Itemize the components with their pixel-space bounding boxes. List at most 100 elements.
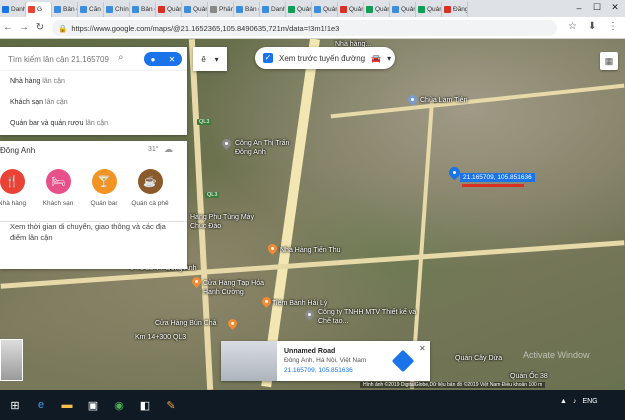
pin-cong-ty[interactable] (303, 308, 316, 321)
apps-grid-icon[interactable]: ▦ (600, 52, 618, 70)
browser-tab[interactable]: Quản (312, 2, 338, 17)
dropped-pin[interactable] (446, 164, 463, 181)
nearby-info-link[interactable]: Xem thời gian di chuyển, giao thông và c… (10, 221, 182, 243)
map-attribution: Hình ảnh ©2019 DigitalGlobe,Dữ liệu bản … (360, 382, 546, 388)
browser-tab-label: Bản đ (141, 6, 155, 13)
road-ql3 (261, 39, 320, 388)
browser-tab[interactable]: Quản (416, 2, 442, 17)
nearby-category-1[interactable]: 🛏 Khách sạn (38, 169, 78, 207)
browser-tab[interactable]: Bản đ (130, 2, 156, 17)
back-icon[interactable]: ← (0, 22, 16, 33)
category-label: Quán cà phê (131, 200, 169, 207)
windows-start-icon[interactable]: ⊞ (4, 394, 26, 416)
label-km: Km 14+300 QL3 (135, 334, 187, 341)
language-button[interactable]: ê ▾ (193, 47, 227, 71)
minimize-button[interactable]: – (570, 0, 588, 15)
browser-tab[interactable]: G (26, 2, 52, 17)
nearby-card: Đông Anh 31° ☁ 🍴 Nhà hàng 🛏 Khách sạn 🍸 Quán … (0, 141, 187, 269)
label-bun-cha: Cửa Hàng Bún Chả (155, 320, 217, 327)
windows-taskbar: ⊞ e ▬ ▣ ◉ ◧ ✎ (0, 390, 625, 420)
file-explorer-icon[interactable]: ▬ (56, 394, 78, 416)
chevron-down-icon: ▾ (387, 53, 392, 63)
search-box[interactable]: ⌕ ● ✕ (0, 47, 187, 71)
pin-nha-hang-tien-thu[interactable] (266, 242, 279, 255)
chrome-icon[interactable]: ◉ (108, 394, 130, 416)
suggestion-suffix: lân cận (40, 78, 65, 85)
browser-tab-label: Phân (219, 6, 234, 13)
favicon-icon (288, 6, 295, 13)
pin-chua[interactable] (406, 93, 419, 106)
paint-icon[interactable]: ✎ (160, 394, 182, 416)
clear-search-icon[interactable]: ✕ (169, 55, 176, 64)
browser-tab-label: Quản (427, 6, 442, 13)
chevron-down-icon: ▾ (214, 54, 219, 64)
browser-tab[interactable]: Quản (364, 2, 390, 17)
search-pin-button[interactable]: ● ✕ (144, 52, 182, 66)
close-window-button[interactable]: ✕ (606, 0, 624, 15)
street-view-label: Xem trước tuyến đường (279, 53, 366, 63)
browser-tab[interactable]: Quản (182, 2, 208, 17)
label-quan-oc: Quán Ốc 38 (510, 373, 548, 380)
browser-tab-strip: Danh G Bản đ Căn tu Chính Bản đ Quản Quản Phân Bả… (0, 0, 625, 17)
nearby-category-2[interactable]: 🍸 Quán bar (84, 169, 124, 207)
suggestion-category: Quán bar và quán rượu (10, 120, 84, 127)
street-thumbnail[interactable] (221, 341, 277, 381)
location-coords[interactable]: 21.165709, 105.851636 (284, 367, 353, 374)
browser-tab-label: Căn tu (89, 6, 103, 13)
search-icon[interactable]: ⌕ (118, 52, 124, 63)
browser-tab[interactable]: Đăng (442, 2, 468, 17)
browser-tab[interactable]: Quản (156, 2, 182, 17)
favicon-icon (184, 6, 191, 13)
volume-icon[interactable]: ♪ (573, 398, 577, 405)
forward-icon[interactable]: → (16, 22, 32, 33)
car-icon: 🚘 (371, 53, 382, 63)
browser-tab[interactable]: Bản đ (52, 2, 78, 17)
suggestion-item[interactable]: Quán bar và quán rượu lân cận (0, 113, 187, 134)
search-input[interactable] (8, 54, 118, 64)
browser-tab[interactable]: Căn tu (78, 2, 104, 17)
browser-tab[interactable]: Quản (286, 2, 312, 17)
close-icon[interactable]: ✕ (419, 344, 426, 353)
app-icon[interactable]: ◧ (134, 394, 156, 416)
pin-tap-hoa[interactable] (190, 275, 203, 288)
language-indicator[interactable]: ENG (582, 398, 597, 405)
edge-icon[interactable]: e (30, 394, 52, 416)
checkbox-checked-icon[interactable]: ✓ (263, 53, 273, 63)
pin-tiem-banh[interactable] (260, 295, 273, 308)
favicon-icon (80, 6, 87, 13)
label-cong-an: Công An Thị Trấn Đông Anh (235, 140, 290, 156)
pin-bun-cha[interactable] (226, 317, 239, 330)
browser-tab-label: Chính (115, 6, 129, 13)
browser-tab-label: Bản đ (245, 6, 259, 13)
download-icon[interactable]: ⬇ (588, 21, 596, 32)
imagery-thumbnail[interactable] (0, 339, 23, 381)
label-cong-ty: Công ty TNHH MTV Thiết kế và Chế tạo... (318, 309, 417, 325)
location-card[interactable]: Unnamed Road Đông Anh, Hà Nội, Việt Nam … (221, 341, 430, 381)
browser-tab[interactable]: Chính (104, 2, 130, 17)
suggestion-item[interactable]: Nhà hàng lân cận (0, 71, 187, 92)
browser-tab[interactable]: Danh (0, 2, 26, 17)
suggestion-item[interactable]: Khách sạn lân cận (0, 92, 187, 113)
browser-tab[interactable]: Quản (390, 2, 416, 17)
network-icon[interactable]: ▲ (560, 398, 567, 405)
label-tap-hoa: Cửa Hàng Tạp Hóa Hạnh Cường (203, 280, 264, 296)
store-icon[interactable]: ▣ (82, 394, 104, 416)
nearby-category-0[interactable]: 🍴 Nhà hàng (0, 169, 32, 207)
maximize-button[interactable]: ☐ (588, 0, 606, 15)
browser-tab[interactable]: Quản (338, 2, 364, 17)
favicon-icon (2, 6, 9, 13)
address-bar[interactable]: 🔒 https://www.google.com/maps/@21.165236… (52, 20, 557, 36)
browser-tab[interactable]: Phân (208, 2, 234, 17)
nearby-category-3[interactable]: ☕ Quán cà phê (130, 169, 170, 207)
menu-icon[interactable]: ⋮ (608, 21, 618, 32)
street-view-toggle[interactable]: ✓ Xem trước tuyến đường 🚘 ▾ (255, 47, 395, 69)
directions-icon[interactable] (391, 349, 415, 373)
pin-cong-an[interactable] (220, 137, 233, 150)
route-badge-ql3: QL3 (197, 119, 212, 125)
star-icon[interactable]: ☆ (568, 21, 577, 32)
browser-tab[interactable]: Danh (260, 2, 286, 17)
location-pin-icon: ● (150, 54, 156, 64)
favicon-icon (392, 6, 399, 13)
browser-tab[interactable]: Bản đ (234, 2, 260, 17)
reload-icon[interactable]: ↻ (32, 22, 48, 33)
